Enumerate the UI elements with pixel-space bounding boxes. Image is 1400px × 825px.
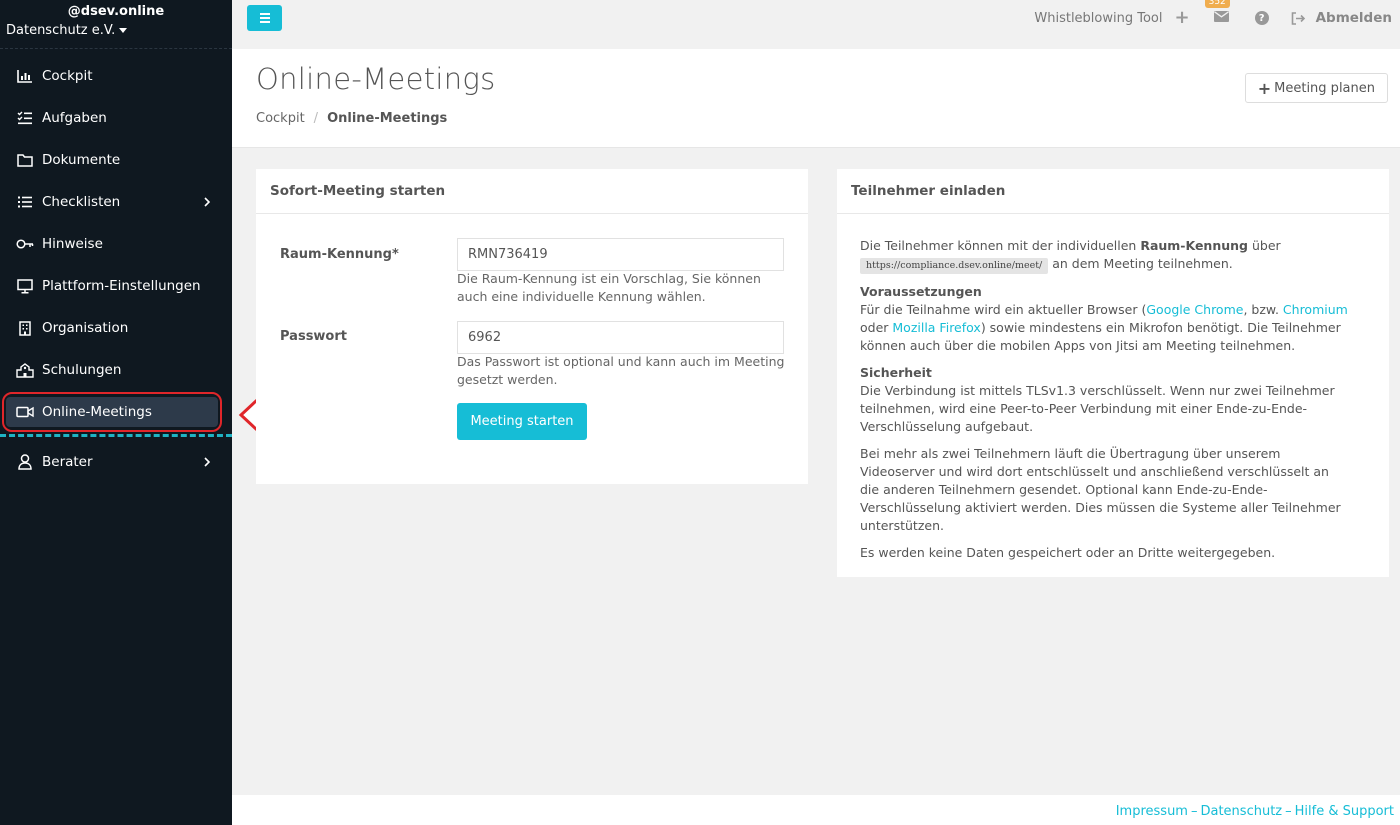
plan-meeting-button[interactable]: + Meeting planen xyxy=(1244,73,1388,103)
whistleblowing-tool-link[interactable]: Whistleblowing Tool xyxy=(1034,11,1162,26)
room-id-label: Raum-Kennung* xyxy=(280,247,399,262)
sidebar-item-dokumente[interactable]: Dokumente xyxy=(0,139,232,181)
building-icon xyxy=(16,319,34,337)
intro-text: Die Teilnehmer können mit der individuel… xyxy=(860,238,1141,253)
topbar: Whistleblowing Tool + 352 ? Abmelden xyxy=(232,0,1400,49)
tasks-icon xyxy=(16,109,34,127)
security-paragraph: Sicherheit Die Verbindung ist mittels TLS… xyxy=(860,364,1350,436)
sidebar-item-label: Checklisten xyxy=(42,194,121,210)
school-icon xyxy=(16,361,34,379)
data-privacy-paragraph: Es werden keine Daten gespeichert oder a… xyxy=(860,545,1276,560)
sidebar-item-berater[interactable]: Berater xyxy=(0,441,232,483)
google-chrome-link[interactable]: Google Chrome xyxy=(1146,302,1243,317)
support-link[interactable]: Hilfe & Support xyxy=(1295,804,1394,819)
start-meeting-button[interactable]: Meeting starten xyxy=(457,403,587,440)
chevron-right-icon xyxy=(204,195,211,211)
security-heading: Sicherheit xyxy=(860,365,932,380)
room-id-emphasis: Raum-Kennung xyxy=(1140,238,1248,253)
password-input[interactable] xyxy=(457,321,784,354)
plan-meeting-label: Meeting planen xyxy=(1274,80,1375,96)
organization-label: Datenschutz e.V. xyxy=(6,23,116,38)
page-title: Online-Meetings xyxy=(256,62,496,96)
menu-toggle-button[interactable] xyxy=(247,5,282,31)
breadcrumb-separator: / xyxy=(313,111,319,126)
sidebar-item-label: Schulungen xyxy=(42,362,122,378)
password-label: Passwort xyxy=(280,329,347,344)
sidebar-item-label: Dokumente xyxy=(42,152,121,168)
caret-down-icon xyxy=(119,28,128,33)
chevron-right-icon xyxy=(204,455,211,471)
security-text: Die Verbindung ist mittels TLSv1.3 versc… xyxy=(860,383,1335,434)
logout-icon xyxy=(1291,11,1305,25)
instant-meeting-card: Sofort-Meeting starten Raum-Kennung* Die… xyxy=(256,169,808,484)
list-icon xyxy=(16,193,34,211)
intro-text: an dem Meeting teilnehmen. xyxy=(1048,256,1233,271)
invite-info: Die Teilnehmer können mit der individuel… xyxy=(860,237,1350,571)
server-paragraph: Bei mehr als zwei Teilnehmern läuft die … xyxy=(860,446,1341,533)
requirements-text: oder xyxy=(860,320,893,335)
sidebar-item-label: Hinweise xyxy=(42,236,103,252)
user-icon xyxy=(16,453,34,471)
card-title: Teilnehmer einladen xyxy=(837,169,1389,214)
sidebar-item-aufgaben[interactable]: Aufgaben xyxy=(0,97,232,139)
monitor-icon xyxy=(16,277,34,295)
datenschutz-link[interactable]: Datenschutz xyxy=(1200,804,1282,819)
invite-participants-card: Teilnehmer einladen Die Teilnehmer könne… xyxy=(837,169,1389,577)
requirements-heading: Voraussetzungen xyxy=(860,284,982,299)
mozilla-firefox-link[interactable]: Mozilla Firefox xyxy=(892,320,980,335)
requirements-text: , bzw. xyxy=(1243,302,1283,317)
logout-label: Abmelden xyxy=(1315,10,1392,26)
dashed-divider xyxy=(0,434,232,437)
folder-icon xyxy=(16,151,34,169)
intro-text: über xyxy=(1247,238,1281,253)
chromium-link[interactable]: Chromium xyxy=(1283,302,1348,317)
breadcrumb-cockpit[interactable]: Cockpit xyxy=(256,111,305,126)
sidebar-item-label: Berater xyxy=(42,454,93,470)
footer-separator: – xyxy=(1190,804,1198,819)
mail-icon xyxy=(1213,10,1229,22)
breadcrumb-current: Online-Meetings xyxy=(327,111,448,126)
room-id-input[interactable] xyxy=(457,238,784,271)
sidebar: @dsev.online Datenschutz e.V. Cockpit Au… xyxy=(0,0,232,825)
logout-button[interactable]: Abmelden xyxy=(1291,10,1392,26)
sidebar-item-plattform-einstellungen[interactable]: Plattform-Einstellungen xyxy=(0,265,232,307)
footer-separator: – xyxy=(1285,804,1292,819)
mail-button[interactable]: 352 xyxy=(1204,0,1230,26)
sidebar-item-organisation[interactable]: Organisation xyxy=(0,307,232,349)
meeting-url-code: https://compliance.dsev.online/meet/ xyxy=(860,258,1049,274)
card-title: Sofort-Meeting starten xyxy=(256,169,808,214)
sidebar-item-label: Plattform-Einstellungen xyxy=(42,278,201,294)
intro-paragraph: Die Teilnehmer können mit der individuel… xyxy=(860,237,1350,274)
sidebar-item-cockpit[interactable]: Cockpit xyxy=(0,55,232,97)
organization-dropdown[interactable]: Datenschutz e.V. xyxy=(6,23,128,38)
plus-icon[interactable]: + xyxy=(1175,9,1190,27)
requirements-paragraph: Voraussetzungen Für die Teilnahme wird ei… xyxy=(860,283,1350,355)
sidebar-item-label: Organisation xyxy=(42,320,129,336)
topbar-actions: Whistleblowing Tool + 352 ? Abmelden xyxy=(1034,0,1400,36)
sidebar-item-checklisten[interactable]: Checklisten xyxy=(0,181,232,223)
sidebar-item-schulungen[interactable]: Schulungen xyxy=(0,349,232,391)
password-help: Das Passwort ist optional und kann auch … xyxy=(457,354,785,387)
sidebar-item-label: Aufgaben xyxy=(42,110,107,126)
plus-icon: + xyxy=(1257,78,1272,98)
chart-icon xyxy=(16,67,34,85)
help-icon[interactable]: ? xyxy=(1254,11,1269,25)
mail-count-badge: 352 xyxy=(1204,0,1230,8)
sidebar-item-hinweise[interactable]: Hinweise xyxy=(0,223,232,265)
page-header: Online-Meetings Cockpit / Online-Meetings … xyxy=(232,49,1400,148)
footer-links: Impressum – Datenschutz – Hilfe & Support xyxy=(1116,804,1394,819)
breadcrumb: Cockpit / Online-Meetings xyxy=(256,111,447,126)
impressum-link[interactable]: Impressum xyxy=(1116,804,1188,819)
brand-name: @dsev.online xyxy=(67,4,165,19)
key-icon xyxy=(16,235,34,253)
room-id-help: Die Raum-Kennung ist ein Vorschlag, Sie … xyxy=(457,271,761,304)
footer: Impressum – Datenschutz – Hilfe & Support xyxy=(232,795,1400,825)
requirements-text: Für die Teilnahme wird ein aktueller Bro… xyxy=(860,302,1147,317)
sidebar-item-label: Cockpit xyxy=(42,68,93,84)
highlight-annotation xyxy=(2,392,222,432)
